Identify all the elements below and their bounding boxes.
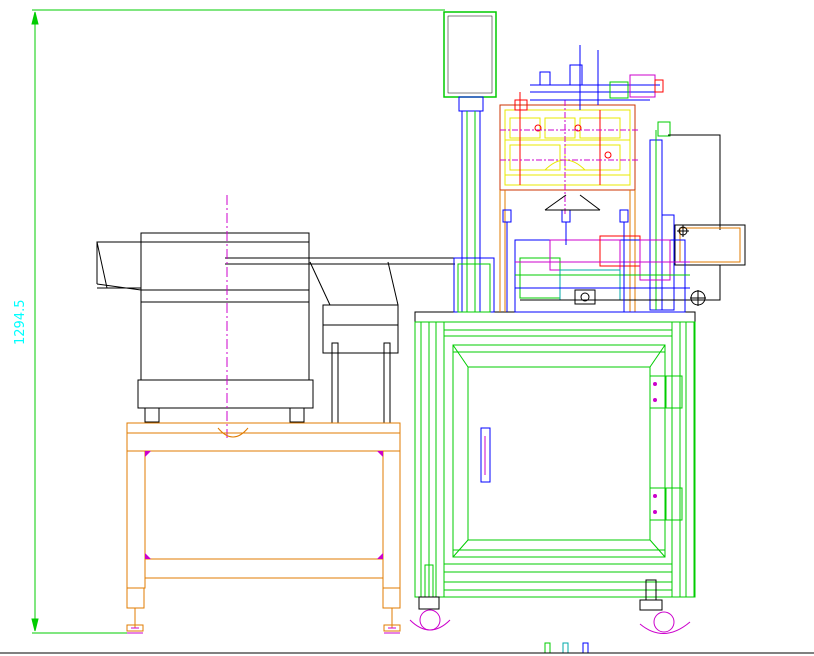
yellow-mechanism [504,109,631,186]
feeder-support-table [126,422,401,632]
right-side-guide [649,121,675,311]
top-cylinder-assembly [530,45,664,110]
height-dimension-label: 1294.5 [13,300,28,346]
table-feet [127,627,400,634]
hinge-marks [653,382,657,514]
right-side-bracket [668,134,746,306]
bottom-markers [544,642,589,654]
cad-drawing: 1294.5 [0,9,814,654]
machine-base-cabinet [414,311,696,598]
lower-gripper-cluster [514,235,690,313]
control-box [443,11,497,98]
table-corner-marks [145,451,383,559]
caster-right [639,579,691,634]
linear-feeder [322,304,399,424]
door-hinges [649,375,683,521]
cabinet-door-handle [480,427,491,483]
vertical-column [453,96,495,313]
vibratory-bowl-feeder [96,232,455,423]
mechanism-magenta-centers [500,100,640,215]
